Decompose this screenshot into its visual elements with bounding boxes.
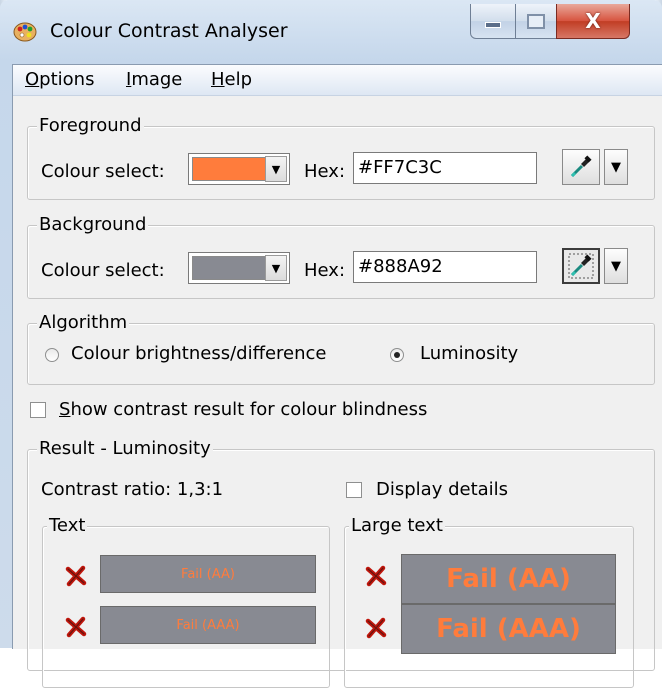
title-bar[interactable]: Colour Contrast Analyser X <box>0 0 662 64</box>
background-colour-select-label: Colour select: <box>41 260 165 281</box>
large-text-group-label: Large text <box>349 515 445 536</box>
background-colour-swatch <box>192 256 266 280</box>
background-group: Background Colour select: ▼ Hex: #888A92… <box>27 214 655 299</box>
close-button[interactable]: X <box>556 4 630 39</box>
foreground-hex-input[interactable]: #FF7C3C <box>353 152 537 184</box>
fail-x-icon <box>365 617 387 639</box>
chevron-down-icon: ▼ <box>611 258 621 274</box>
text-results-group: Text Fail (AA) Fail (AAA) <box>42 515 330 688</box>
foreground-eyedropper-button[interactable] <box>562 149 600 185</box>
background-group-label: Background <box>37 214 149 235</box>
colour-blindness-label[interactable]: Show contrast result for colour blindnes… <box>59 399 427 420</box>
radio-luminosity-label[interactable]: Luminosity <box>420 343 518 364</box>
minimize-button[interactable] <box>470 4 516 39</box>
display-details-label[interactable]: Display details <box>376 479 508 500</box>
background-picker-dropdown[interactable]: ▼ <box>604 248 628 284</box>
foreground-colour-swatch <box>192 157 266 181</box>
radio-luminosity[interactable] <box>390 348 404 362</box>
fail-x-icon <box>365 565 387 587</box>
client-area: Options Image Help Foreground Colour sel… <box>12 64 662 688</box>
chevron-down-icon[interactable]: ▼ <box>265 255 287 281</box>
menu-bar: Options Image Help <box>13 65 662 96</box>
foreground-colour-dropdown[interactable]: ▼ <box>188 153 290 185</box>
background-colour-dropdown[interactable]: ▼ <box>188 252 290 284</box>
menu-image[interactable]: Image <box>126 69 182 90</box>
maximize-button[interactable] <box>515 4 557 39</box>
result-group: Result - Luminosity Contrast ratio: 1,3:… <box>27 438 655 688</box>
display-details-checkbox[interactable] <box>346 482 362 498</box>
foreground-colour-select-label: Colour select: <box>41 161 165 182</box>
colour-blindness-checkbox[interactable] <box>30 402 46 418</box>
menu-help[interactable]: Help <box>211 69 252 90</box>
foreground-group-label: Foreground <box>37 115 144 136</box>
text-aa-result: Fail (AA) <box>100 555 316 593</box>
radio-colour-brightness[interactable] <box>45 348 59 362</box>
maximize-icon <box>527 13 545 29</box>
window-title: Colour Contrast Analyser <box>50 20 288 42</box>
fail-x-icon <box>65 616 87 638</box>
result-group-label: Result - Luminosity <box>37 438 213 459</box>
chevron-down-icon: ▼ <box>611 159 621 175</box>
chevron-down-icon[interactable]: ▼ <box>265 156 287 182</box>
background-eyedropper-button[interactable] <box>562 248 600 284</box>
text-group-label: Text <box>47 515 88 536</box>
menu-options[interactable]: Options <box>25 69 94 90</box>
radio-colour-brightness-label[interactable]: Colour brightness/difference <box>71 343 327 364</box>
foreground-group: Foreground Colour select: ▼ Hex: #FF7C3C… <box>27 115 655 200</box>
background-hex-label: Hex: <box>304 260 346 281</box>
background-hex-input[interactable]: #888A92 <box>353 251 537 283</box>
eyedropper-icon <box>568 253 594 279</box>
contrast-ratio-text: Contrast ratio: 1,3:1 <box>41 479 224 500</box>
minimize-icon <box>485 22 501 28</box>
foreground-hex-label: Hex: <box>304 161 346 182</box>
text-aaa-result: Fail (AAA) <box>100 606 316 644</box>
fail-x-icon <box>65 565 87 587</box>
algorithm-group-label: Algorithm <box>37 312 130 333</box>
app-window: Colour Contrast Analyser X Options Image… <box>0 0 662 688</box>
large-text-aaa-result: Fail (AAA) <box>401 604 616 654</box>
algorithm-group: Algorithm Colour brightness/difference L… <box>27 312 655 385</box>
palette-icon <box>13 22 37 42</box>
eyedropper-icon <box>570 155 592 178</box>
large-text-results-group: Large text Fail (AA) Fail (AAA) <box>344 515 634 688</box>
foreground-picker-dropdown[interactable]: ▼ <box>604 149 628 185</box>
close-icon: X <box>585 9 601 33</box>
large-text-aa-result: Fail (AA) <box>401 554 616 604</box>
